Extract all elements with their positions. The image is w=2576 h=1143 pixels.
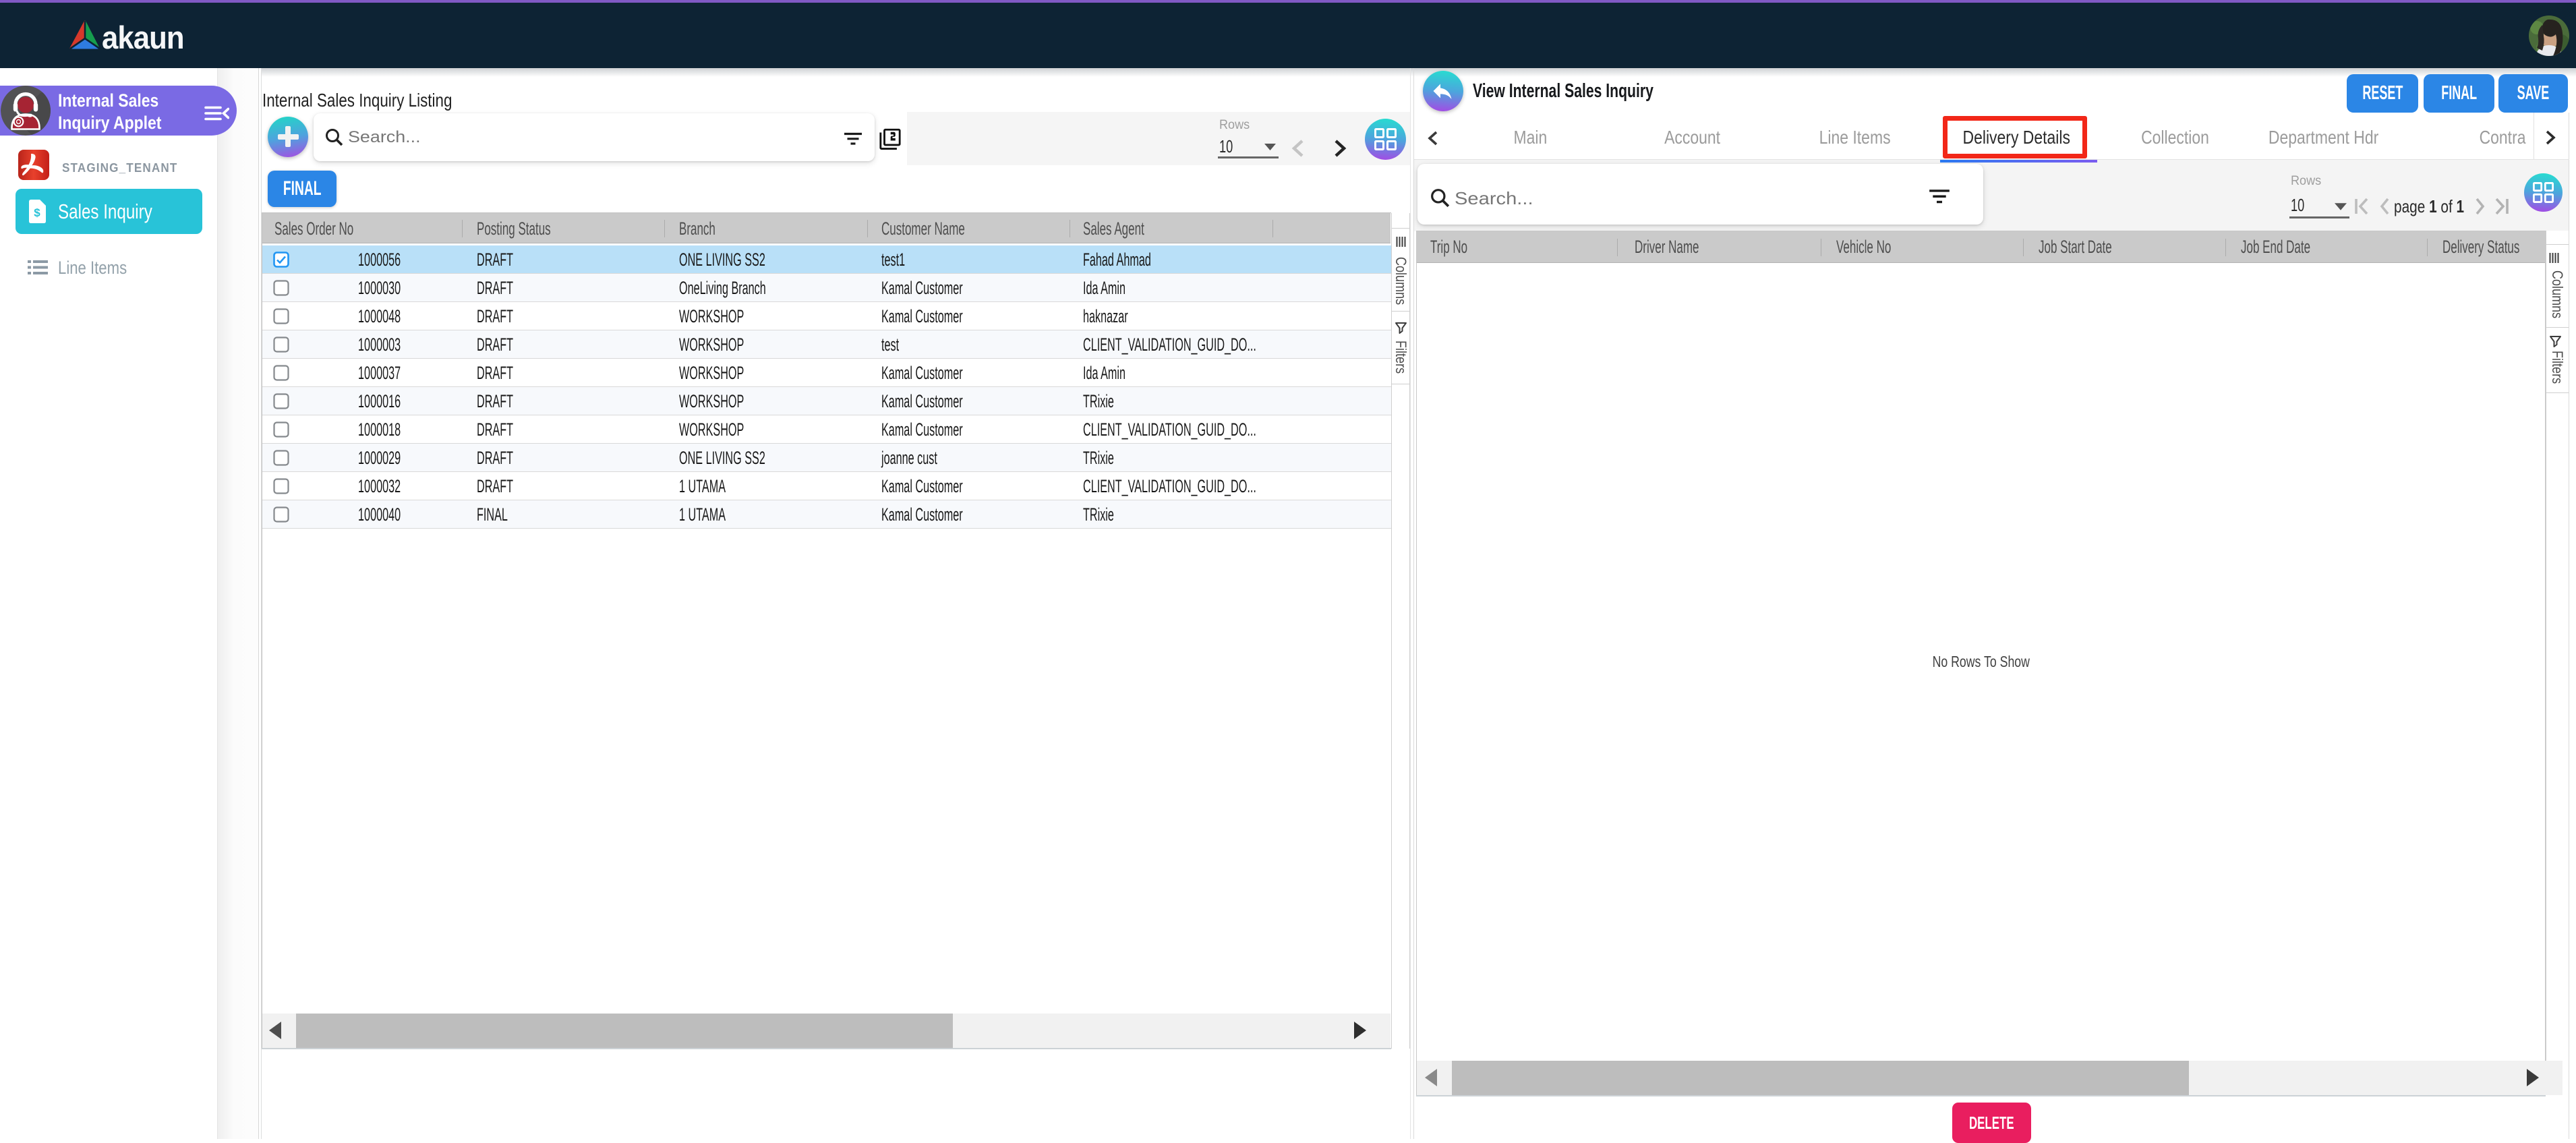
svg-text:$: $ (34, 206, 40, 219)
